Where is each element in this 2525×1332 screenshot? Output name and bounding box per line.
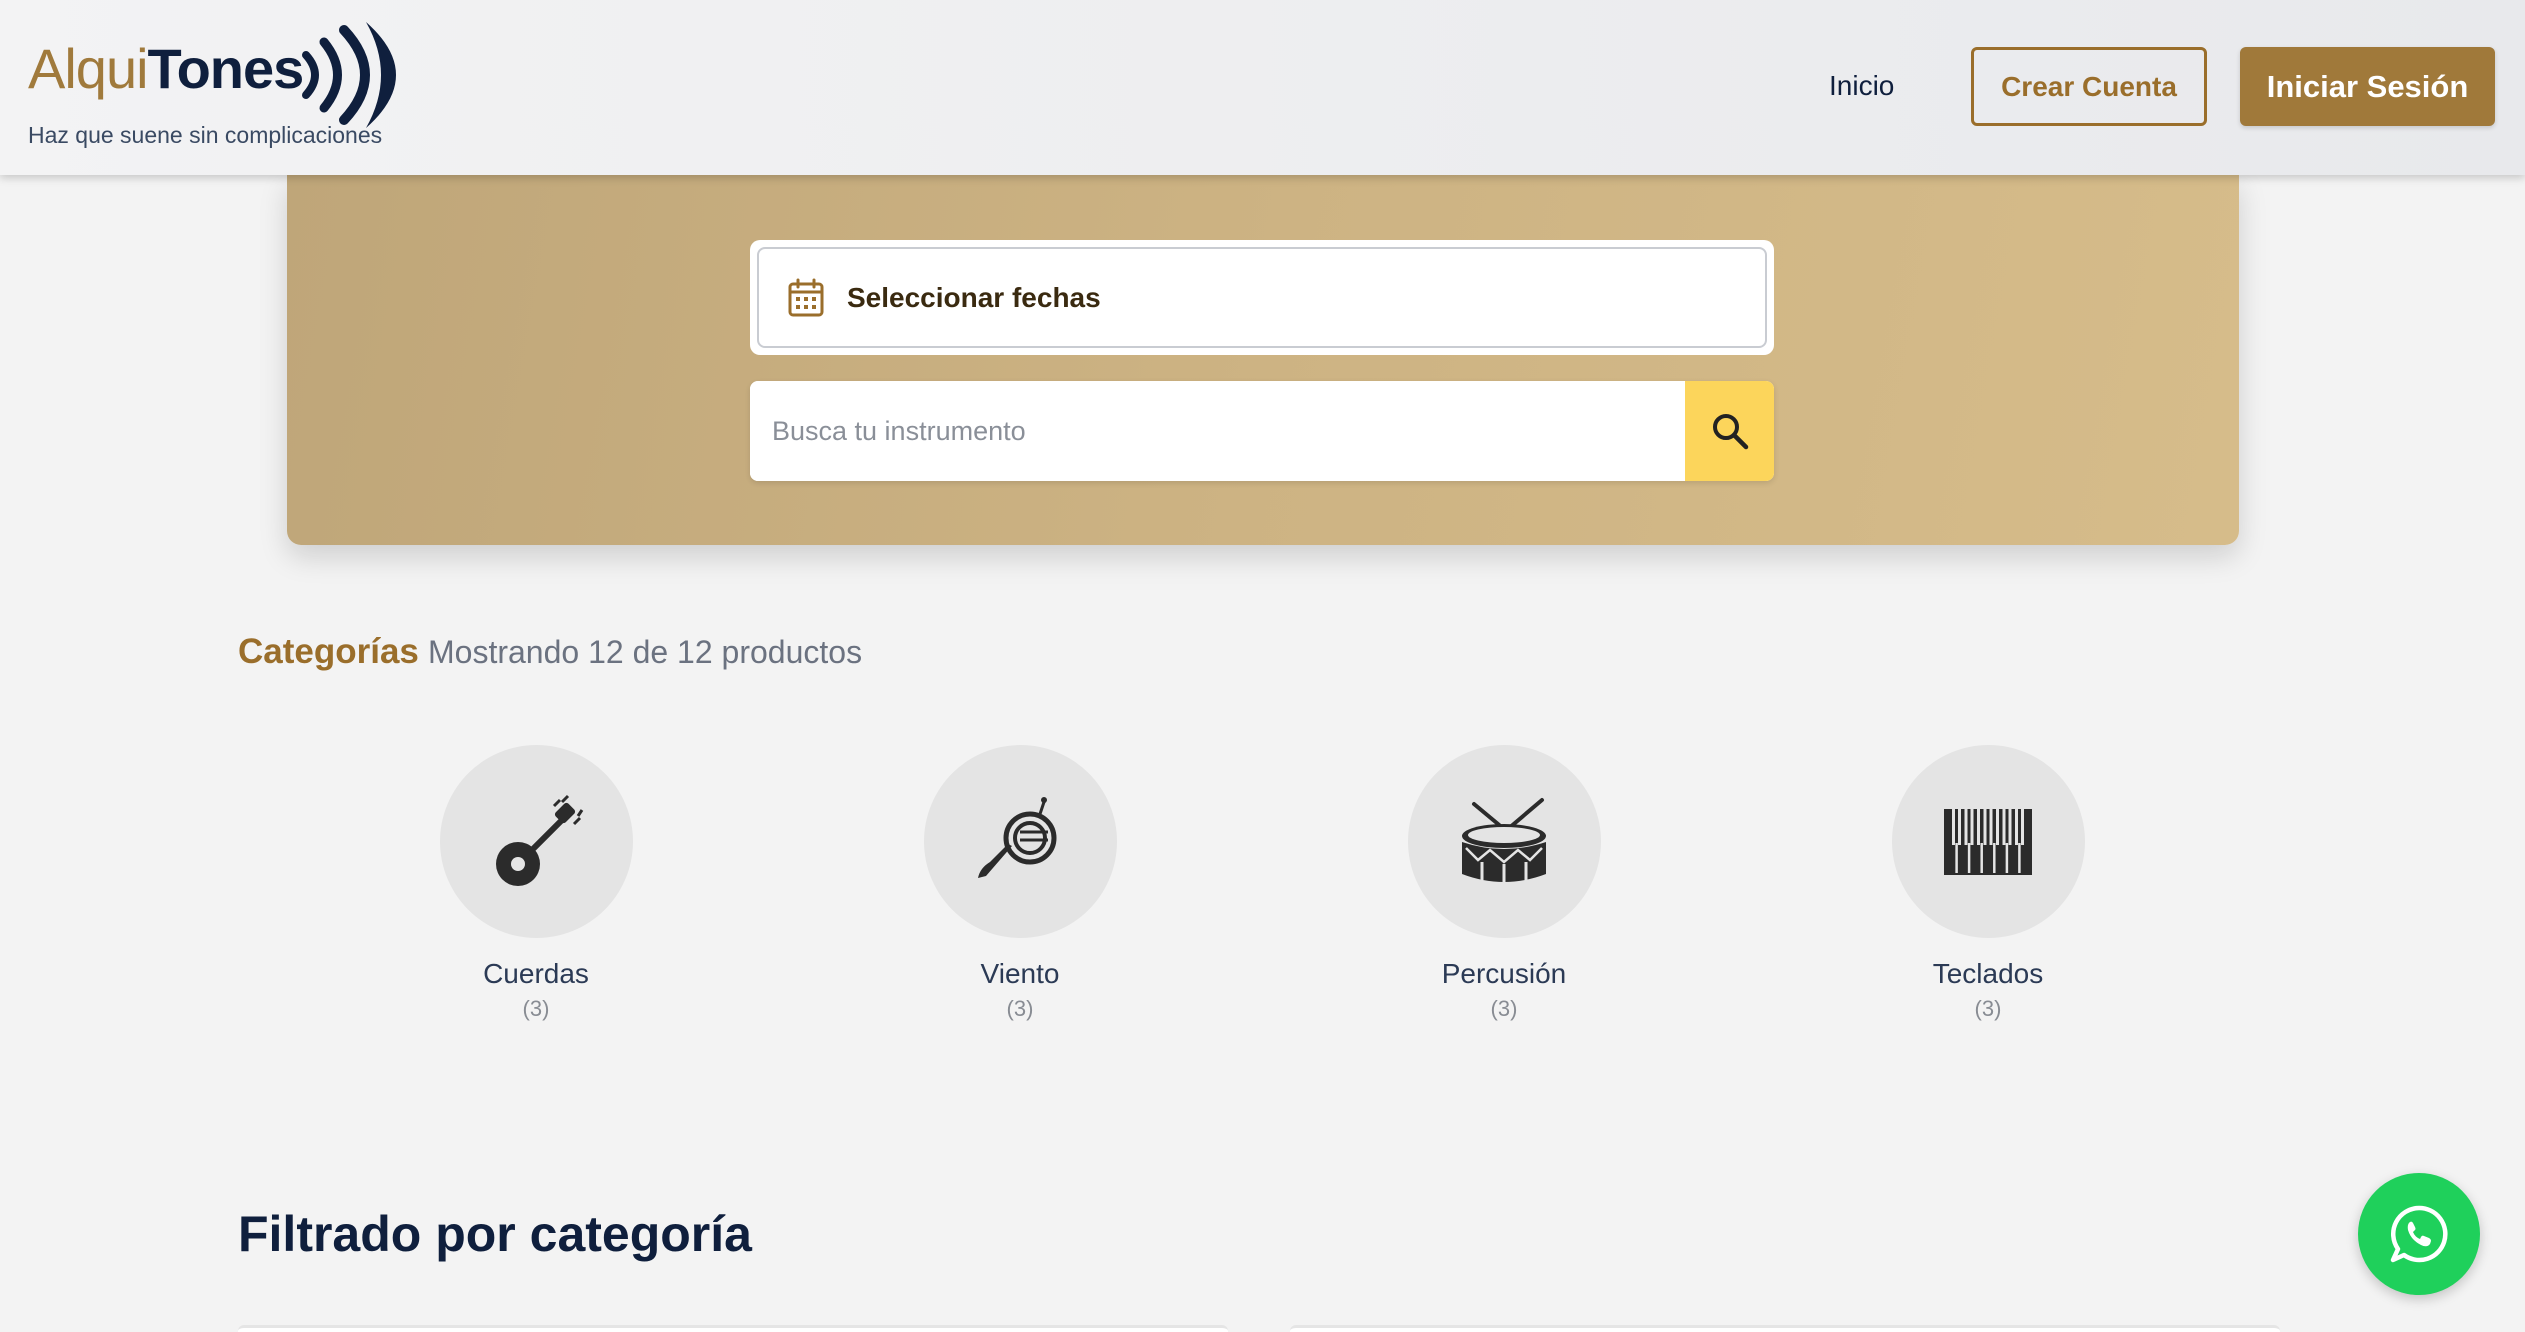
category-name: Percusión: [1441, 958, 1567, 989]
iniciar-sesion-button[interactable]: Iniciar Sesión: [2240, 47, 2495, 126]
filter-heading: Filtrado por categoría: [238, 1206, 752, 1262]
site-header: AlquiTones Haz que suene sin complicacio…: [0, 0, 2525, 175]
category-teclados[interactable]: Teclados (3): [1838, 745, 2138, 1035]
search-input[interactable]: [750, 381, 1685, 481]
product-card-top: [1290, 1325, 2280, 1332]
date-picker-label: Seleccionar fechas: [847, 281, 1101, 313]
products-count-text: Mostrando 12 de 12 productos: [428, 634, 863, 670]
date-picker-box: Seleccionar fechas: [750, 240, 1774, 355]
category-icon-circle: [923, 745, 1117, 938]
drum-icon: [1462, 797, 1546, 884]
category-name: Viento: [980, 958, 1060, 989]
search-hero: Seleccionar fechas: [287, 175, 2239, 545]
whatsapp-button[interactable]: [2358, 1173, 2480, 1295]
tagline: Haz que suene sin complicaciones: [28, 122, 383, 148]
banjo-icon: [496, 794, 584, 886]
calendar-icon: [788, 278, 824, 316]
category-icon-circle: [1407, 745, 1601, 938]
sound-waves-icon: [302, 22, 396, 128]
search-icon: [1712, 414, 1748, 450]
category-count: (3): [1006, 996, 1034, 1021]
whatsapp-icon: [2390, 1205, 2448, 1263]
product-card-top: [238, 1325, 1228, 1332]
category-count: (3): [1490, 996, 1518, 1021]
crear-cuenta-button[interactable]: Crear Cuenta: [1971, 47, 2207, 126]
category-count: (3): [1974, 996, 2002, 1021]
category-count: (3): [522, 996, 550, 1021]
date-picker-button[interactable]: Seleccionar fechas: [757, 247, 1767, 348]
logo-wordmark: AlquiTones: [28, 37, 304, 100]
category-icon-circle: [439, 745, 633, 938]
category-name: Teclados: [1932, 958, 2044, 989]
category-percusion[interactable]: Percusión (3): [1354, 745, 1654, 1035]
search-button[interactable]: [1685, 381, 1774, 481]
piano-keys-icon: [1944, 808, 2032, 875]
category-name: Cuerdas: [483, 958, 589, 989]
nav-inicio-link[interactable]: Inicio: [1829, 70, 1894, 102]
category-icon-circle: [1891, 745, 2085, 938]
instrument-search-bar: [750, 381, 1774, 481]
category-viento[interactable]: Viento (3): [870, 745, 1170, 1035]
category-cuerdas[interactable]: Cuerdas (3): [386, 745, 686, 1035]
french-horn-icon: [978, 796, 1057, 878]
categories-title: Categorías: [238, 632, 419, 671]
